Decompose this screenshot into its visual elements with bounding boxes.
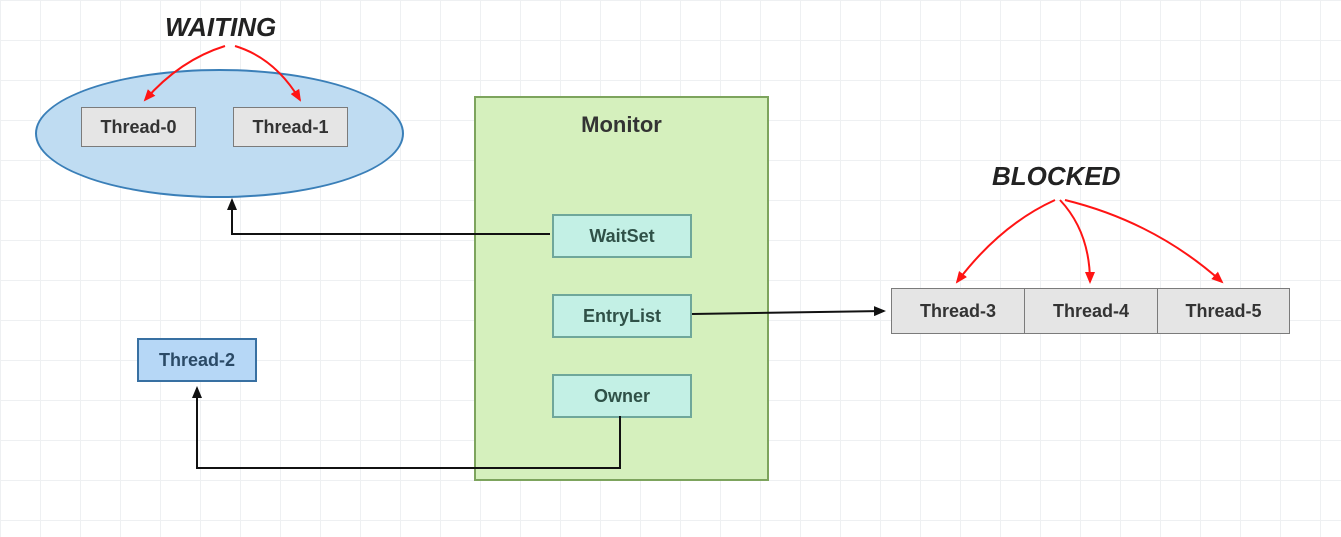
monitor-owner-field: Owner (552, 374, 692, 418)
blocked-thread-1: Thread-4 (1024, 288, 1157, 334)
arrow-blocked-to-thread3 (957, 200, 1055, 282)
monitor-box: Monitor WaitSet EntryList Owner (474, 96, 769, 481)
waiting-thread-0: Thread-0 (81, 107, 196, 147)
blocked-thread-2: Thread-5 (1157, 288, 1290, 334)
blocked-threads-row: Thread-3 Thread-4 Thread-5 (891, 288, 1290, 334)
owner-thread: Thread-2 (137, 338, 257, 382)
waiting-state-label: WAITING (165, 12, 276, 43)
waiting-thread-1: Thread-1 (233, 107, 348, 147)
monitor-waitset-field: WaitSet (552, 214, 692, 258)
blocked-thread-0: Thread-3 (891, 288, 1024, 334)
arrow-blocked-to-thread5 (1065, 200, 1222, 282)
monitor-title: Monitor (476, 112, 767, 138)
arrow-blocked-to-thread4 (1060, 200, 1090, 282)
diagram: { "labels": { "waiting": "WAITING", "blo… (0, 0, 1341, 537)
monitor-entrylist-field: EntryList (552, 294, 692, 338)
blocked-state-label: BLOCKED (992, 161, 1121, 192)
